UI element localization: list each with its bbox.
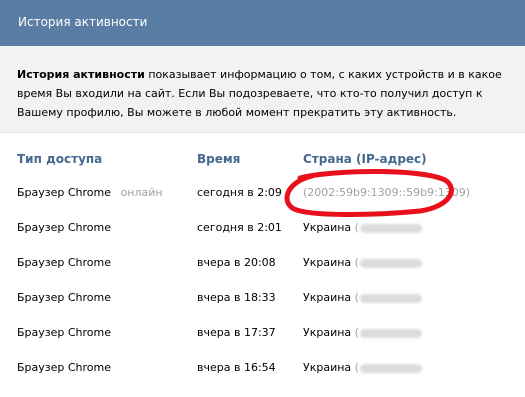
country-ip: Украина ( [303,221,422,235]
access-type: Браузер Chrome [17,291,112,304]
info-text-bold: История активности [17,68,145,81]
access-type: Браузер Chrome [17,221,112,234]
access-time: сегодня в 2:01 [197,221,282,234]
country-ip: Украина ( [303,361,422,375]
country-ip: Украина ( [303,291,422,305]
ip-address: ( [354,361,359,374]
redacted-ip [359,258,422,268]
info-text: История активности показывает информацию… [17,65,512,122]
access-time: вчера в 16:54 [197,361,276,374]
ip-address: ( [354,291,359,304]
ip-address: ( [354,221,359,234]
column-header-access-type: Тип доступа [17,152,103,166]
country-ip: Украина ( [303,326,422,340]
table-row: Браузер Chrome онлайн [17,186,163,200]
ip-address: ( [354,256,359,269]
country: Украина [303,326,352,339]
ip-address: (2002:59b9:1309::59b9:1309) [303,186,471,199]
country: Украина [303,361,352,374]
redacted-ip [359,363,422,373]
access-type: Браузер Chrome [17,256,112,269]
access-time: сегодня в 2:09 [197,186,282,199]
redacted-ip [359,223,422,233]
country: Украина [303,256,352,269]
access-time: вчера в 17:37 [197,326,276,339]
access-type: Браузер Chrome [17,361,112,374]
country: Украина [303,291,352,304]
access-type: Браузер Chrome [17,326,112,339]
country: Украина [303,221,352,234]
info-panel: История активности показывает информацию… [0,46,525,133]
access-time: вчера в 18:33 [197,291,276,304]
redacted-ip [359,328,422,338]
column-header-time: Время [197,152,241,166]
ip-address: ( [354,326,359,339]
column-header-country-ip: Страна (IP-адрес) [303,152,427,166]
access-time: вчера в 20:08 [197,256,276,269]
online-status: онлайн [120,186,163,199]
page-title: История активности [18,15,148,29]
access-type: Браузер Chrome [17,186,112,199]
page-header: История активности [0,0,525,46]
country-ip: Украина ( [303,256,422,270]
redacted-ip [359,293,422,303]
